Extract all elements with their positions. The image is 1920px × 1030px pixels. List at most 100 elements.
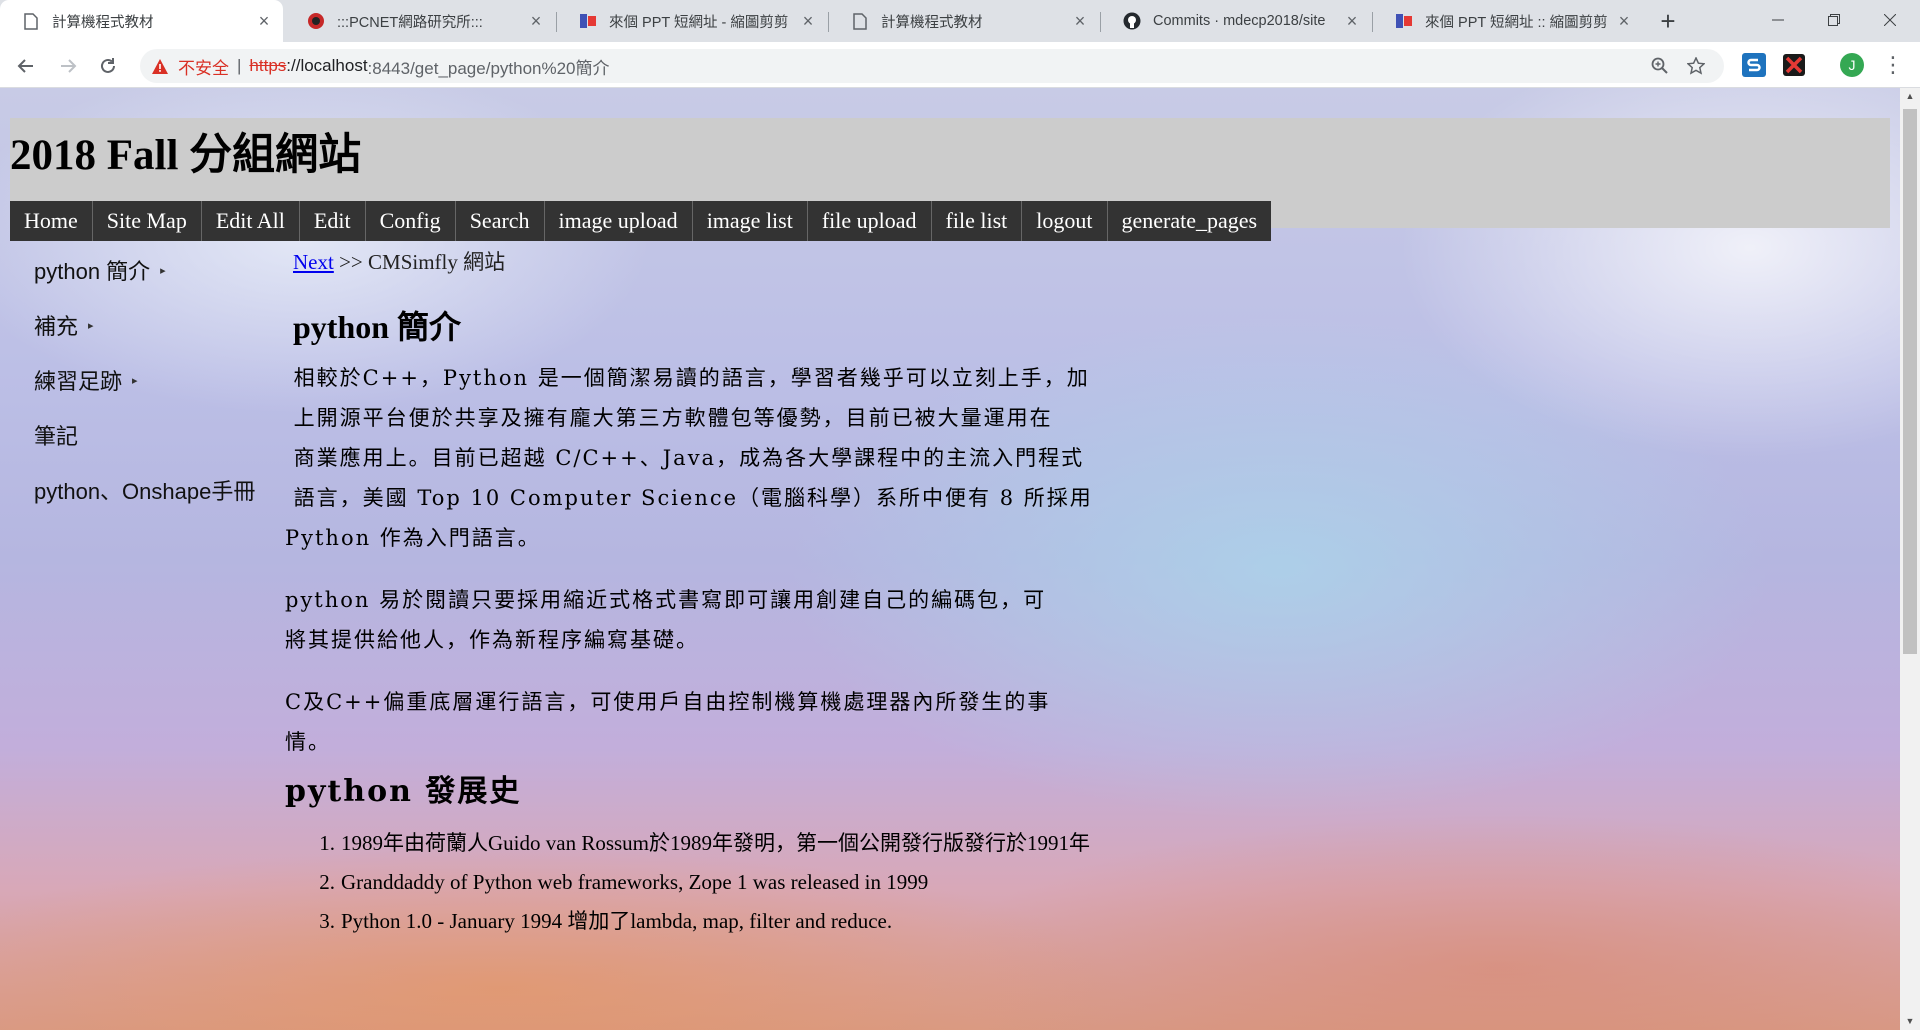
c-cpp-paragraph: C及C++偏重底層運行語言，可使用戶自由控制機算機處理器內所發生的事 情。 — [285, 682, 1050, 762]
browser-toolbar: 不安全 | https://localhost:8443/get_page/py… — [0, 42, 1920, 88]
paragraph-line: 上開源平台便於共享及擁有龐大第三方軟體包等優勢，目前已被大量運用在 — [285, 406, 1053, 430]
restore-button[interactable] — [1806, 0, 1862, 40]
list-number: 2. — [319, 870, 335, 894]
submenu-arrow-icon: ▸ — [88, 320, 94, 332]
security-label[interactable]: 不安全 — [178, 54, 229, 79]
paragraph-line: 語言，美國 Top 10 Computer Science（電腦科學）系所中便有… — [285, 486, 1093, 510]
address-bar[interactable]: 不安全 | https://localhost:8443/get_page/py… — [140, 49, 1724, 83]
ppt-icon — [579, 12, 597, 30]
close-icon[interactable]: × — [799, 12, 817, 30]
tab[interactable]: :::PCNET網路研究所::: × — [285, 0, 555, 42]
nav-site-map[interactable]: Site Map — [93, 201, 202, 241]
tab[interactable]: 計算機程式教材 × — [829, 0, 1099, 42]
url-divider: | — [237, 56, 242, 75]
sidebar-item-label: 練習足跡 — [34, 369, 123, 394]
url-path: :8443/get_page/python%20簡介 — [367, 58, 610, 78]
sidebar-item-python-intro[interactable]: python 簡介 ▸ — [34, 254, 284, 309]
history-heading: python 發展史 — [285, 774, 522, 809]
bookmark-star-icon[interactable] — [1686, 56, 1706, 76]
tab-strip: 計算機程式教材 × :::PCNET網路研究所::: × 來個 PPT 短網址 … — [0, 0, 1920, 42]
list-text: 1989年由荷蘭人Guido van Rossum於1989年發明，第一個公開發… — [341, 831, 1091, 855]
ppt-icon — [1395, 12, 1413, 30]
next-link[interactable]: Next — [293, 250, 334, 274]
nav-search[interactable]: Search — [456, 201, 545, 241]
url-scheme: https — [249, 56, 287, 75]
sidebar-menu: python 簡介 ▸ 補充 ▸ 練習足跡 ▸ 筆記 python、Onshap… — [34, 254, 284, 529]
zoom-icon[interactable] — [1650, 56, 1670, 76]
sidebar-item-supplement[interactable]: 補充 ▸ — [34, 309, 284, 364]
sidebar-item-manual[interactable]: python、Onshape手冊 — [34, 474, 284, 529]
list-text: Granddaddy of Python web frameworks, Zop… — [341, 870, 929, 894]
url-host: ://localhost — [286, 56, 368, 75]
intro-paragraph: 相較於C++，Python 是一個簡潔易讀的語言，學習者幾乎可以立刻上手，加 上… — [285, 358, 1093, 558]
sidebar-item-label: 筆記 — [34, 424, 79, 449]
tab-title: :::PCNET網路研究所::: — [337, 14, 483, 31]
close-icon[interactable]: × — [1343, 12, 1361, 30]
nav-file-upload[interactable]: file upload — [808, 201, 932, 241]
tab-title: Commits · mdecp2018/site — [1153, 13, 1326, 29]
sidebar-item-label: python、Onshape手冊 — [34, 479, 256, 504]
tab-title: 計算機程式教材 — [881, 14, 983, 31]
forward-button[interactable] — [52, 50, 84, 82]
list-item: 2. Granddaddy of Python web frameworks, … — [285, 863, 1115, 902]
github-icon — [1123, 12, 1141, 30]
readability-paragraph: python 易於閱讀只要採用縮近式格式書寫即可讓用創建自己的編碼包，可 將其提… — [285, 580, 1046, 660]
profile-avatar[interactable]: J — [1840, 53, 1864, 77]
scroll-down-icon[interactable]: ▼ — [1900, 1013, 1920, 1030]
minimize-button[interactable] — [1750, 0, 1806, 40]
scroll-thumb[interactable] — [1903, 109, 1917, 654]
extension-x-icon[interactable] — [1782, 53, 1806, 77]
breadcrumb-separator: >> — [333, 250, 369, 274]
document-icon — [851, 12, 869, 30]
list-number: 1. — [319, 831, 335, 855]
tab[interactable]: 來個 PPT 短網址 - 縮圖剪剪 × — [557, 0, 827, 42]
sidebar-item-practice[interactable]: 練習足跡 ▸ — [34, 364, 284, 419]
list-text: Python 1.0 - January 1994 增加了lambda, map… — [341, 909, 893, 933]
nav-home[interactable]: Home — [10, 201, 93, 241]
tab-title: 計算機程式教材 — [52, 14, 154, 31]
nav-edit[interactable]: Edit — [300, 201, 366, 241]
extension-s-icon[interactable] — [1742, 53, 1766, 77]
breadcrumb: Next >> CMSimfly 網站 — [293, 246, 505, 276]
close-icon[interactable]: × — [1615, 12, 1633, 30]
close-icon[interactable]: × — [527, 12, 545, 30]
tab[interactable]: Commits · mdecp2018/site × — [1101, 0, 1371, 42]
nav-config[interactable]: Config — [366, 201, 456, 241]
page-viewport: 2018 Fall 分組網站 Home Site Map Edit All Ed… — [0, 88, 1900, 1030]
nav-edit-all[interactable]: Edit All — [202, 201, 300, 241]
nav-generate-pages[interactable]: generate_pages — [1108, 201, 1272, 241]
submenu-arrow-icon: ▸ — [132, 375, 138, 387]
paragraph-line: C及C++偏重底層運行語言，可使用戶自由控制機算機處理器內所發生的事 — [285, 690, 1051, 714]
reload-button[interactable] — [92, 50, 124, 82]
more-menu-icon[interactable]: ⋮ — [1882, 54, 1904, 78]
sidebar-item-notes[interactable]: 筆記 — [34, 419, 284, 474]
new-tab-button[interactable]: + — [1654, 8, 1682, 36]
tab-active[interactable]: 計算機程式教材 × — [0, 0, 283, 42]
list-item: 1. 1989年由荷蘭人Guido van Rossum於1989年發明，第一個… — [285, 824, 1115, 863]
breadcrumb-current: CMSimfly 網站 — [368, 250, 506, 274]
close-icon[interactable]: × — [1071, 12, 1089, 30]
page-heading: python 簡介 — [293, 309, 462, 345]
paragraph-line: 將其提供給他人，作為新程序編寫基礎。 — [285, 628, 699, 652]
paragraph-line: python 易於閱讀只要採用縮近式格式書寫即可讓用創建自己的編碼包，可 — [285, 588, 1047, 612]
nav-image-upload[interactable]: image upload — [545, 201, 693, 241]
warning-icon[interactable] — [150, 56, 170, 76]
list-number: 3. — [319, 909, 335, 933]
site-title: 2018 Fall 分組網站 — [10, 132, 362, 179]
pcnet-icon — [307, 12, 325, 30]
history-list: 1. 1989年由荷蘭人Guido van Rossum於1989年發明，第一個… — [285, 824, 1115, 941]
vertical-scrollbar[interactable]: ▲ ▼ — [1900, 88, 1920, 1030]
back-button[interactable] — [10, 50, 42, 82]
document-icon — [22, 12, 40, 30]
close-icon[interactable]: × — [255, 12, 273, 30]
tab[interactable]: 來個 PPT 短網址 :: 縮圖剪剪 × — [1373, 0, 1643, 42]
nav-image-list[interactable]: image list — [693, 201, 808, 241]
list-item: 3. Python 1.0 - January 1994 增加了lambda, … — [285, 902, 1115, 941]
tab-title: 來個 PPT 短網址 :: 縮圖剪剪 — [1425, 14, 1607, 31]
close-window-button[interactable] — [1862, 0, 1918, 40]
scroll-up-icon[interactable]: ▲ — [1900, 88, 1920, 105]
sidebar-item-label: python 簡介 — [34, 259, 151, 284]
nav-logout[interactable]: logout — [1022, 201, 1108, 241]
nav-file-list[interactable]: file list — [932, 201, 1023, 241]
tab-title: 來個 PPT 短網址 - 縮圖剪剪 — [609, 14, 789, 31]
